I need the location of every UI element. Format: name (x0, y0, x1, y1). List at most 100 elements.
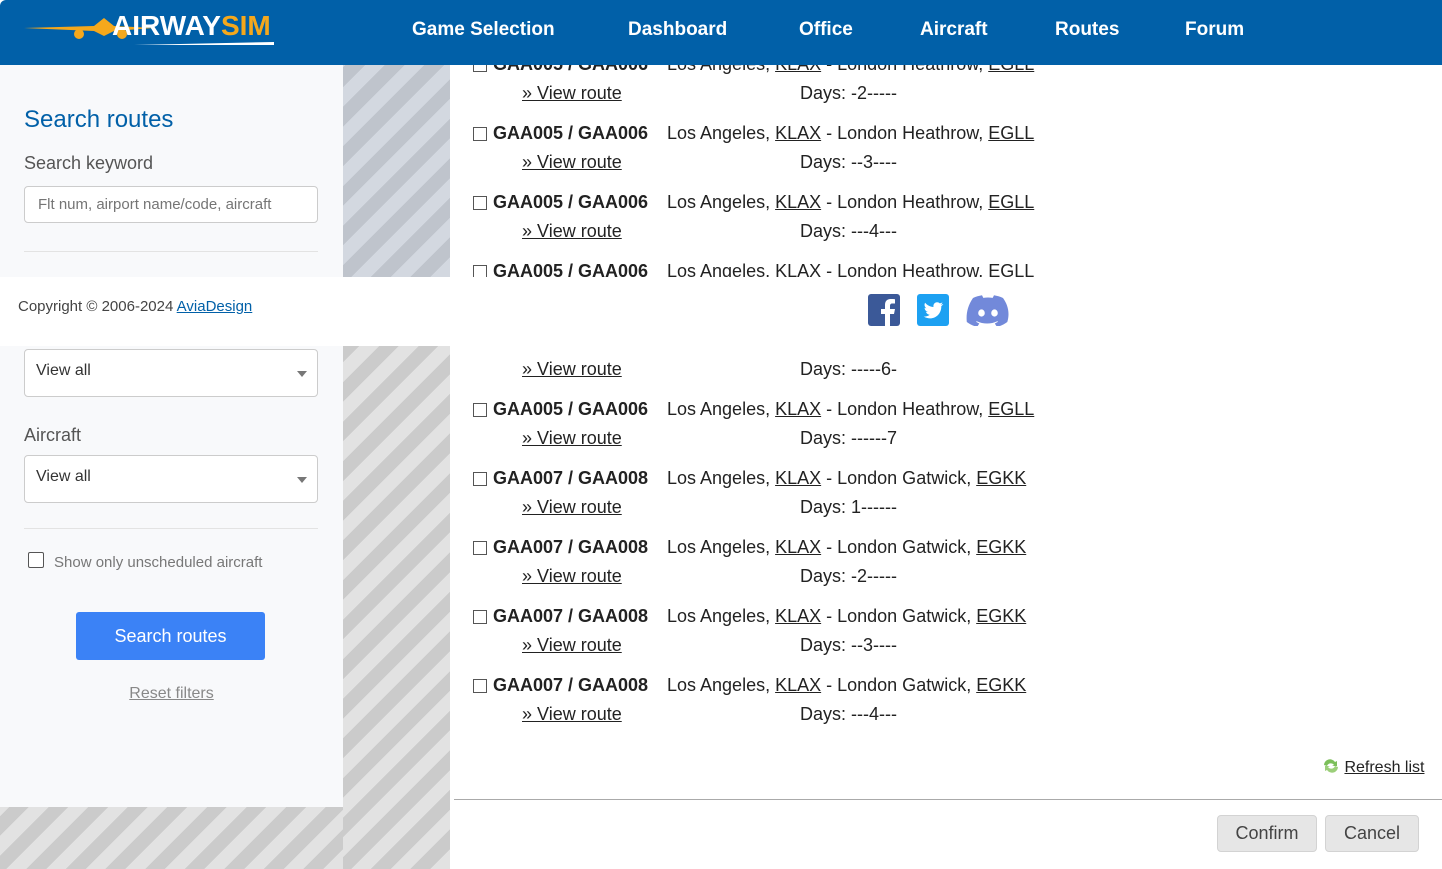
route-airports: Los Angeles, KLAX - London Gatwick, EGKK (667, 675, 1026, 696)
search-routes-button[interactable]: Search routes (76, 612, 265, 660)
view-route-link[interactable]: » View route (522, 359, 622, 380)
origin-city: Los Angeles, (667, 468, 776, 488)
destination-code-link[interactable]: EGKK (976, 468, 1026, 488)
keyword-input[interactable] (24, 186, 318, 223)
route-row: GAA007 / GAA008 Los Angeles, KLAX - Lond… (450, 675, 1150, 735)
view-route-link[interactable]: » View route (522, 83, 622, 104)
origin-code-link[interactable]: KLAX (775, 537, 821, 557)
view-route-link[interactable]: » View route (522, 428, 622, 449)
select-value: View all (36, 468, 91, 485)
origin-city: Los Angeles, (667, 192, 776, 212)
flight-number: GAA005 / GAA006 (493, 123, 649, 143)
top-nav: AIRWAYSIM Game Selection Dashboard Offic… (0, 0, 1442, 65)
view-route-link[interactable]: » View route (522, 221, 622, 242)
view-route-link[interactable]: » View route (522, 152, 622, 173)
route-checkbox[interactable] (473, 472, 487, 486)
divider (454, 799, 1442, 800)
route-row: GAA007 / GAA008 Los Angeles, KLAX - Lond… (450, 468, 1150, 528)
reset-filters-link[interactable]: Reset filters (0, 685, 343, 703)
destination-city: - London Gatwick, (821, 606, 977, 626)
route-days: Days: -----6- (800, 359, 897, 379)
discord-icon[interactable] (966, 294, 1010, 326)
unscheduled-label: Show only unscheduled aircraft (54, 554, 263, 571)
origin-code-link[interactable]: KLAX (775, 675, 821, 695)
destination-city: - London Gatwick, (821, 537, 977, 557)
route-days: Days: 1------ (800, 497, 897, 517)
destination-city: - London Heathrow, (821, 192, 989, 212)
origin-code-link[interactable]: KLAX (775, 192, 821, 212)
destination-code-link[interactable]: EGKK (976, 537, 1026, 557)
route-row: GAA007 / GAA008 Los Angeles, KLAX - Lond… (450, 606, 1150, 666)
route-checkbox[interactable] (473, 541, 487, 555)
divider (24, 528, 318, 529)
refresh-list[interactable]: Refresh list (1322, 758, 1424, 777)
route-row: GAA007 / GAA008 Los Angeles, KLAX - Lond… (450, 537, 1150, 597)
divider (24, 251, 318, 252)
copyright: Copyright © 2006-2024 AviaDesign (18, 298, 252, 315)
refresh-list-link[interactable]: Refresh list (1344, 759, 1424, 776)
origin-code-link[interactable]: KLAX (775, 606, 821, 626)
route-list: GAA005 / GAA006 Los Angeles, KLAX - Lond… (450, 0, 1442, 799)
view-route-link[interactable]: » View route (522, 635, 622, 656)
route-days: Days: --3---- (800, 635, 897, 655)
confirm-button[interactable]: Confirm (1217, 815, 1317, 852)
origin-code-link[interactable]: KLAX (775, 399, 821, 419)
background-stripes (343, 346, 450, 869)
route-checkbox[interactable] (473, 610, 487, 624)
unscheduled-checkbox[interactable] (28, 552, 44, 568)
chevron-down-icon (297, 477, 307, 483)
facebook-icon[interactable] (868, 294, 900, 326)
origin-city: Los Angeles, (667, 123, 776, 143)
destination-city: - London Heathrow, (821, 123, 989, 143)
origin-city: Los Angeles, (667, 606, 776, 626)
filter-select[interactable]: View all (24, 349, 318, 397)
nav-office[interactable]: Office (799, 19, 853, 41)
route-airports: Los Angeles, KLAX - London Heathrow, EGL… (667, 123, 1034, 144)
nav-routes[interactable]: Routes (1055, 19, 1119, 41)
nav-aircraft[interactable]: Aircraft (920, 19, 988, 41)
aviadesign-link[interactable]: AviaDesign (177, 298, 253, 315)
route-checkbox[interactable] (473, 127, 487, 141)
nav-game-selection[interactable]: Game Selection (412, 19, 555, 41)
flight-number: GAA005 / GAA006 (493, 192, 649, 212)
route-days: Days: -2----- (800, 83, 897, 103)
origin-city: Los Angeles, (667, 537, 776, 557)
sidebar-title: Search routes (24, 106, 174, 133)
twitter-icon[interactable] (917, 294, 949, 326)
route-airports: Los Angeles, KLAX - London Heathrow, EGL… (667, 399, 1034, 420)
nav-forum[interactable]: Forum (1185, 19, 1244, 41)
route-days: Days: ---4--- (800, 704, 897, 724)
route-checkbox[interactable] (473, 403, 487, 417)
route-row: GAA005 / GAA006 Los Angeles, KLAX - Lond… (450, 123, 1150, 183)
route-days: Days: ------7 (800, 428, 897, 448)
flight-number: GAA007 / GAA008 (493, 537, 649, 557)
view-route-link[interactable]: » View route (522, 497, 622, 518)
nav-dashboard[interactable]: Dashboard (628, 19, 727, 41)
flight-number: GAA007 / GAA008 (493, 675, 649, 695)
route-row: GAA005 / GAA006 Los Angeles, KLAX - Lond… (450, 399, 1150, 459)
view-route-link[interactable]: » View route (522, 566, 622, 587)
destination-code-link[interactable]: EGLL (988, 192, 1034, 212)
aircraft-select[interactable]: View all (24, 455, 318, 503)
route-checkbox[interactable] (473, 196, 487, 210)
chevron-down-icon (297, 371, 307, 377)
airwaysim-logo[interactable]: AIRWAYSIM (24, 10, 284, 50)
view-route-link[interactable]: » View route (522, 704, 622, 725)
origin-city: Los Angeles, (667, 675, 776, 695)
destination-code-link[interactable]: EGKK (976, 675, 1026, 695)
destination-code-link[interactable]: EGLL (988, 399, 1034, 419)
route-days: Days: ---4--- (800, 221, 897, 241)
origin-code-link[interactable]: KLAX (775, 123, 821, 143)
route-airports: Los Angeles, KLAX - London Gatwick, EGKK (667, 537, 1026, 558)
destination-code-link[interactable]: EGKK (976, 606, 1026, 626)
cancel-button[interactable]: Cancel (1325, 815, 1419, 852)
footer: Copyright © 2006-2024 AviaDesign (0, 277, 1442, 346)
origin-code-link[interactable]: KLAX (775, 468, 821, 488)
route-days: Days: --3---- (800, 152, 897, 172)
destination-code-link[interactable]: EGLL (988, 123, 1034, 143)
route-row: GAA005 / GAA006 Los Angeles, KLAX - Lond… (450, 192, 1150, 252)
copyright-text: Copyright © 2006-2024 (18, 298, 177, 315)
refresh-icon (1324, 759, 1338, 773)
route-checkbox[interactable] (473, 679, 487, 693)
search-sidebar: Search routes Search keyword View all Ai… (0, 65, 343, 807)
